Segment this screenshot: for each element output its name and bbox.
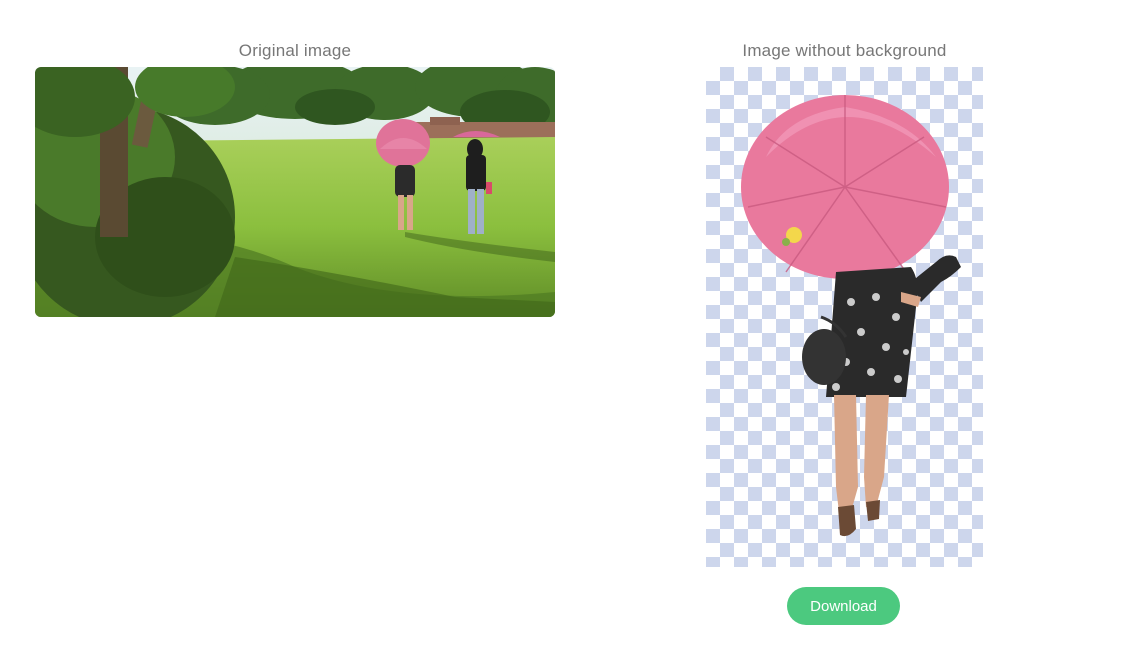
download-button[interactable]: Download xyxy=(787,587,900,625)
original-image-title: Original image xyxy=(238,41,352,60)
original-image xyxy=(35,67,555,317)
result-image-title: Image without background xyxy=(742,41,947,60)
background-removal-result-page: Original image Image without background xyxy=(0,0,1140,664)
result-image xyxy=(706,67,983,567)
